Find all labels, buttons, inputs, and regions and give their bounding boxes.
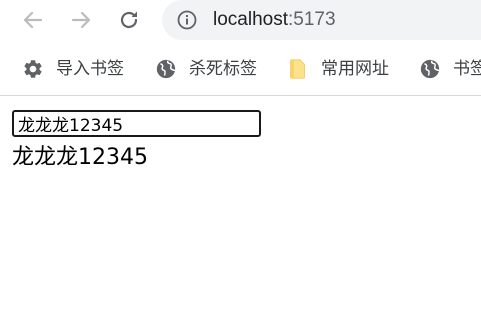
bookmark-label: 杀死标签 <box>189 58 257 79</box>
folder-icon <box>287 58 309 80</box>
echo-text: 龙龙龙12345 <box>12 145 148 170</box>
bookmark-common-sites[interactable]: 常用网址 <box>287 42 389 95</box>
gear-icon <box>22 58 44 80</box>
browser-toolbar: localhost:5173 <box>0 0 481 42</box>
browser-window: localhost:5173 导入书签 杀死标签 常用网址 书签 龙龙龙1234… <box>0 0 481 318</box>
arrow-left-icon <box>23 11 43 29</box>
bookmark-label: 导入书签 <box>56 58 124 79</box>
globe-icon <box>155 58 177 80</box>
globe-icon <box>419 58 441 80</box>
bookmarks-bar: 导入书签 杀死标签 常用网址 书签 <box>0 42 481 96</box>
bookmark-kill-tab[interactable]: 杀死标签 <box>155 42 257 95</box>
bookmark-label: 常用网址 <box>321 58 389 79</box>
url-host: localhost <box>213 9 288 30</box>
page-content: 龙龙龙12345 <box>0 96 481 318</box>
text-input[interactable] <box>12 110 261 137</box>
url-text[interactable]: localhost:5173 <box>213 8 336 32</box>
reload-icon <box>120 11 138 29</box>
url-port: :5173 <box>288 9 336 30</box>
bookmark-import-bookmarks[interactable]: 导入书签 <box>22 42 124 95</box>
arrow-right-icon <box>71 11 91 29</box>
bookmark-bookmarks[interactable]: 书签 <box>419 42 481 95</box>
info-icon[interactable] <box>176 9 198 31</box>
address-bar[interactable]: localhost:5173 <box>162 0 481 40</box>
forward-button[interactable] <box>66 5 96 35</box>
back-button[interactable] <box>18 5 48 35</box>
bookmark-label: 书签 <box>453 58 481 79</box>
reload-button[interactable] <box>114 5 144 35</box>
